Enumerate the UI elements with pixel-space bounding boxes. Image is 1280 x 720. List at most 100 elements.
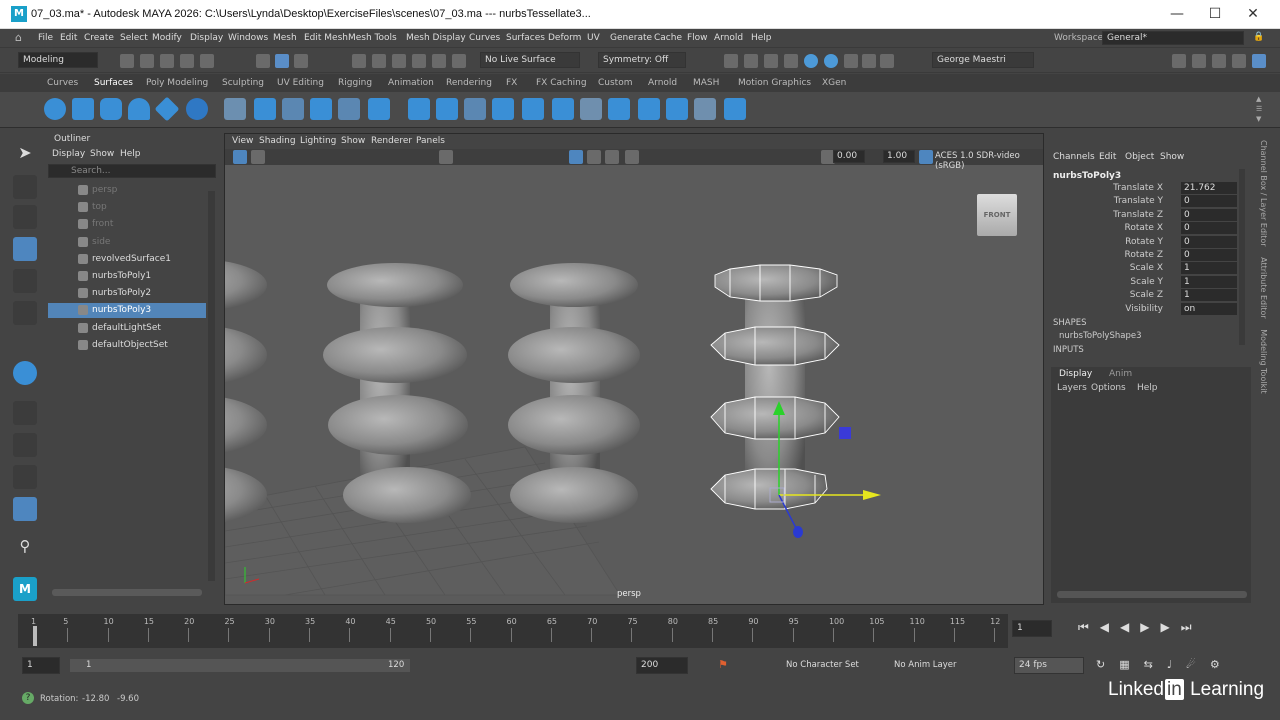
nurbs-torus-icon[interactable] bbox=[186, 98, 208, 120]
rotate-tool-icon[interactable] bbox=[13, 269, 37, 293]
textured-icon[interactable] bbox=[605, 150, 619, 164]
detach-surfaces-icon[interactable] bbox=[580, 98, 602, 120]
loop-and-sound-icons[interactable]: ↻▦⇆♩☄⚙ bbox=[1096, 658, 1234, 671]
camera-attributes-icon[interactable] bbox=[251, 150, 265, 164]
outliner-item-front[interactable]: front bbox=[92, 219, 113, 229]
layer-menu-help[interactable]: Help bbox=[1137, 383, 1158, 393]
layer-menu-options[interactable]: Options bbox=[1091, 383, 1126, 393]
menu-cache[interactable]: Cache bbox=[654, 33, 682, 43]
redo-icon[interactable] bbox=[200, 54, 214, 68]
outliner-item-top[interactable]: top bbox=[92, 202, 107, 212]
lock-icon[interactable]: 🔒 bbox=[1253, 32, 1264, 42]
mode-select[interactable]: Modeling bbox=[18, 52, 98, 68]
minimize-button[interactable]: — bbox=[1162, 4, 1192, 24]
menu-windows[interactable]: Windows bbox=[228, 33, 268, 43]
shelf-tab-curves[interactable]: Curves bbox=[47, 78, 78, 88]
shelf-scroll-up-icon[interactable]: ▲ bbox=[1256, 95, 1261, 103]
menu-create[interactable]: Create bbox=[84, 33, 114, 43]
viewport-menu-lighting[interactable]: Lighting bbox=[300, 136, 336, 146]
select-component-icon[interactable] bbox=[294, 54, 308, 68]
menu-help[interactable]: Help bbox=[751, 33, 772, 43]
shelf-tab-mash[interactable]: MASH bbox=[693, 78, 719, 88]
channel-value-translate-z[interactable]: 0 bbox=[1181, 208, 1237, 221]
maya-home-icon[interactable]: M bbox=[13, 577, 37, 601]
sculpt-geometry-icon[interactable] bbox=[694, 98, 716, 120]
modeling-toolkit-icon[interactable] bbox=[1172, 54, 1186, 68]
layer-menu-layers[interactable]: Layers bbox=[1057, 383, 1087, 393]
channel-menu-object[interactable]: Object bbox=[1125, 152, 1154, 162]
auto-key-icon[interactable]: ⚑ bbox=[718, 658, 728, 671]
viewport-menu-panels[interactable]: Panels bbox=[416, 136, 445, 146]
viewport-scene[interactable] bbox=[225, 165, 1044, 605]
nurbs-cube-icon[interactable] bbox=[72, 98, 94, 120]
open-scene-icon[interactable] bbox=[140, 54, 154, 68]
outliner-h-scrollbar[interactable] bbox=[52, 589, 202, 596]
color-management-icon[interactable] bbox=[919, 150, 933, 164]
shelf-tab-motion-graphics[interactable]: Motion Graphics bbox=[738, 78, 811, 88]
nurbs-plane-icon[interactable] bbox=[154, 96, 180, 122]
loft-icon[interactable] bbox=[254, 98, 276, 120]
project-curve-icon[interactable] bbox=[464, 98, 486, 120]
channel-value-rotate-z[interactable]: 0 bbox=[1181, 249, 1237, 261]
bevel-icon[interactable] bbox=[436, 98, 458, 120]
channel-menu-show[interactable]: Show bbox=[1160, 152, 1184, 162]
snap-point-icon[interactable] bbox=[392, 54, 406, 68]
outliner-menu-help[interactable]: Help bbox=[120, 149, 141, 159]
shelf-tab-animation[interactable]: Animation bbox=[388, 78, 434, 88]
outliner-search-input[interactable]: Search... bbox=[48, 164, 216, 178]
menu-uv[interactable]: UV bbox=[587, 33, 600, 43]
select-tool-icon[interactable]: ➤ bbox=[13, 143, 37, 167]
outliner-item-side[interactable]: side bbox=[92, 237, 110, 247]
side-tab-modeling-toolkit[interactable]: Modeling Toolkit bbox=[1259, 329, 1268, 393]
rebuild-surface-icon[interactable] bbox=[638, 98, 660, 120]
scene-end-field[interactable]: 200 bbox=[636, 657, 688, 674]
menu-edit-mesh[interactable]: Edit Mesh bbox=[304, 33, 348, 43]
viewport-menu-view[interactable]: View bbox=[232, 136, 253, 146]
persp-outliner-layout-icon[interactable] bbox=[13, 465, 37, 489]
shelf-scroll-down-icon[interactable]: ▼ bbox=[1256, 115, 1261, 123]
render-view-icon[interactable] bbox=[784, 54, 798, 68]
shelf-menu-icon[interactable]: ☰ bbox=[1256, 105, 1262, 113]
outliner-item-revolvedSurface1[interactable]: revolvedSurface1 bbox=[92, 254, 171, 264]
outliner-menu-show[interactable]: Show bbox=[90, 149, 114, 159]
snap-surface-icon[interactable] bbox=[432, 54, 446, 68]
shelf-tab-custom[interactable]: Custom bbox=[598, 78, 632, 88]
snap-vertex-icon[interactable] bbox=[452, 54, 466, 68]
viewcube[interactable]: FRONT bbox=[977, 194, 1017, 236]
new-scene-icon[interactable] bbox=[120, 54, 134, 68]
square-surface-icon[interactable] bbox=[408, 98, 430, 120]
outliner-menu-display[interactable]: Display bbox=[52, 149, 85, 159]
arnold-render-icon[interactable] bbox=[824, 54, 838, 68]
channel-scrollbar[interactable] bbox=[1239, 169, 1245, 345]
snap-grid-icon[interactable] bbox=[352, 54, 366, 68]
layer-tab-display[interactable]: Display bbox=[1059, 369, 1092, 379]
live-surface-field[interactable]: No Live Surface bbox=[480, 52, 580, 68]
menu-deform[interactable]: Deform bbox=[548, 33, 581, 43]
tool-settings-icon[interactable] bbox=[1212, 54, 1226, 68]
birail-icon[interactable] bbox=[338, 98, 360, 120]
four-view-layout-icon[interactable] bbox=[13, 433, 37, 457]
viewport-menu-show[interactable]: Show bbox=[341, 136, 365, 146]
select-hierarchy-icon[interactable] bbox=[256, 54, 270, 68]
render-frame-icon[interactable] bbox=[744, 54, 758, 68]
side-tab-attribute-editor[interactable]: Attribute Editor bbox=[1259, 257, 1268, 319]
shelf-tab-fx-caching[interactable]: FX Caching bbox=[536, 78, 587, 88]
snap-curve-icon[interactable] bbox=[372, 54, 386, 68]
channel-value-scale-y[interactable]: 1 bbox=[1181, 275, 1237, 288]
scene-start-field[interactable]: 1 bbox=[22, 657, 60, 674]
attribute-editor-icon[interactable] bbox=[1192, 54, 1206, 68]
snap-view-icon[interactable] bbox=[412, 54, 426, 68]
outliner-item-defaultObjectSet[interactable]: defaultObjectSet bbox=[92, 340, 168, 350]
channel-value-scale-x[interactable]: 1 bbox=[1181, 262, 1237, 275]
paint-select-icon[interactable] bbox=[13, 205, 37, 229]
home-icon[interactable]: ⌂ bbox=[15, 31, 22, 44]
shelf-tab-rigging[interactable]: Rigging bbox=[338, 78, 372, 88]
shelf-tab-surfaces[interactable]: Surfaces bbox=[94, 78, 133, 88]
menu-mesh-tools[interactable]: Mesh Tools bbox=[348, 33, 397, 43]
menu-arnold[interactable]: Arnold bbox=[714, 33, 743, 43]
menu-mesh-display[interactable]: Mesh Display bbox=[406, 33, 466, 43]
current-frame-field[interactable]: 1 bbox=[1012, 620, 1052, 637]
menu-modify[interactable]: Modify bbox=[152, 33, 182, 43]
channel-box-icon[interactable] bbox=[1232, 54, 1246, 68]
channel-value-translate-y[interactable]: 0 bbox=[1181, 195, 1237, 208]
